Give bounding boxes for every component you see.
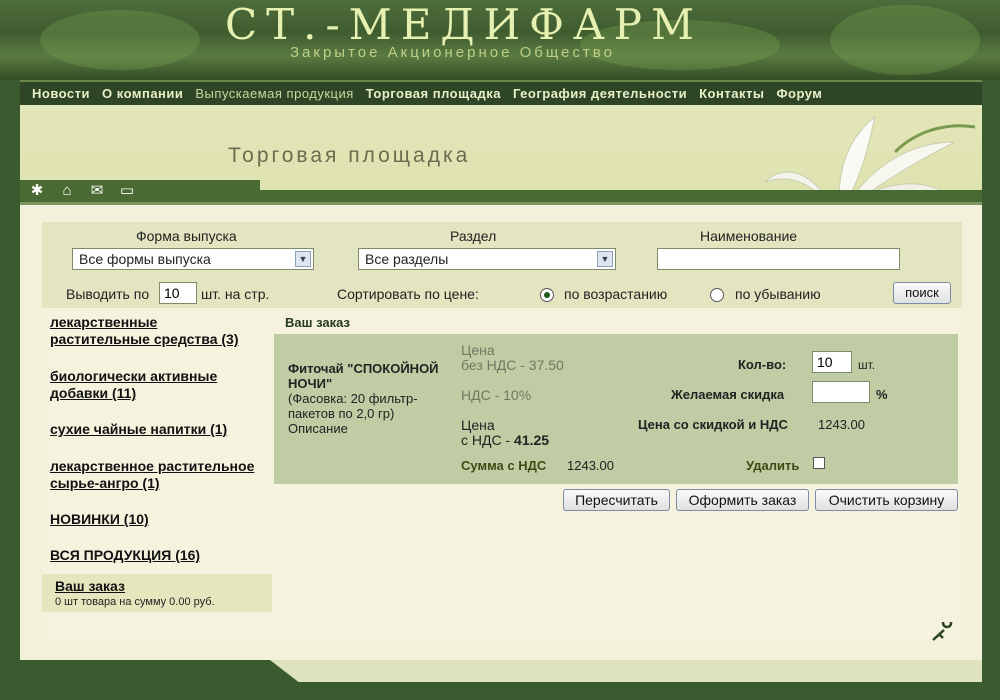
category-line: НОВИНКИ (10): [50, 511, 149, 527]
category-line: ВСЯ ПРОДУКЦИЯ (16): [50, 547, 201, 563]
qty-unit: шт.: [858, 358, 876, 372]
product-name: Фиточай "СПОКОЙНОЙ НОЧИ": [288, 361, 439, 391]
sitemap-icon[interactable]: ▭: [118, 183, 136, 199]
sort-label: Сортировать по цене:: [337, 286, 479, 302]
category-line: добавки (11): [50, 385, 137, 401]
category-new[interactable]: НОВИНКИ (10): [50, 511, 149, 528]
banner-leaf-decoration: [40, 10, 200, 70]
cart-summary-text: 0 шт товара на сумму 0.00 руб.: [55, 596, 215, 608]
sun-icon[interactable]: ✱: [28, 183, 46, 199]
category-line: сырье-ангро (1): [50, 475, 160, 491]
discounted-price-value: 1243.00: [818, 417, 865, 432]
delete-checkbox[interactable]: [813, 457, 825, 469]
chevron-down-icon[interactable]: ▼: [295, 251, 311, 267]
clear-cart-button[interactable]: Очистить корзину: [815, 489, 958, 511]
form-label: Форма выпуска: [136, 228, 237, 244]
name-input[interactable]: [657, 248, 900, 270]
price-vat-prefix: с НДС -: [461, 432, 515, 448]
vat-rate: НДС - 10%: [461, 387, 532, 403]
product-description-link[interactable]: Описание: [288, 421, 348, 436]
form-select[interactable]: Все формы выпуска ▼: [72, 248, 314, 270]
price-no-vat-value: без НДС - 37.50: [461, 357, 564, 373]
per-page-prefix: Выводить по: [66, 286, 150, 302]
key-icon[interactable]: [930, 622, 958, 644]
toolbar: ✱ ⌂ ✉ ▭: [20, 180, 260, 202]
sort-asc-label[interactable]: по возрастанию: [564, 286, 667, 302]
category-line: лекарственные: [50, 314, 158, 330]
per-page-input[interactable]: [159, 282, 197, 304]
menu-item-forum[interactable]: Форум: [776, 86, 822, 101]
price-vat-line: с НДС - 41.25: [461, 432, 549, 448]
category-line: растительные средства (3): [50, 331, 239, 347]
menu-item-about[interactable]: О компании: [102, 86, 183, 101]
search-button[interactable]: поиск: [893, 282, 951, 304]
recalculate-button[interactable]: Пересчитать: [563, 489, 670, 511]
name-label: Наименование: [700, 228, 798, 244]
price-vat-value: 41.25: [514, 432, 550, 448]
qty-label: Кол-во:: [738, 357, 787, 372]
product-pack: (Фасовка: 20 фильтр-пакетов по 2,0 гр): [288, 391, 418, 421]
category-line: сухие чайные напитки (1): [50, 421, 228, 437]
toolbar-strip: [260, 190, 982, 202]
page-title: Торговая площадка: [228, 144, 471, 167]
price-vat-label: Цена: [461, 417, 495, 433]
mail-icon[interactable]: ✉: [88, 183, 106, 199]
checkout-button[interactable]: Оформить заказ: [676, 489, 809, 511]
form-select-value: Все формы выпуска: [79, 251, 211, 267]
category-line: биологически активные: [50, 368, 218, 384]
menu-item-contacts[interactable]: Контакты: [699, 86, 764, 101]
category-tea[interactable]: сухие чайные напитки (1): [50, 421, 227, 438]
price-no-vat-label: Цена: [461, 342, 495, 358]
home-icon[interactable]: ⌂: [58, 183, 76, 199]
sort-desc-radio[interactable]: [710, 288, 724, 302]
order-heading: Ваш заказ: [285, 315, 350, 330]
discounted-price-label: Цена со скидкой и НДС: [638, 417, 788, 432]
menu-item-trading[interactable]: Торговая площадка: [366, 86, 501, 101]
sum-label: Сумма с НДС: [461, 458, 547, 473]
discount-unit: %: [876, 387, 888, 402]
menu-item-news[interactable]: Новости: [32, 86, 90, 101]
section-select-value: Все разделы: [365, 251, 449, 267]
category-herbal[interactable]: лекарственные растительные средства (3): [50, 314, 239, 348]
delete-label: Удалить: [746, 458, 800, 473]
section-select[interactable]: Все разделы ▼: [358, 248, 616, 270]
chevron-down-icon[interactable]: ▼: [597, 251, 613, 267]
menu-item-geography[interactable]: География деятельности: [513, 86, 687, 101]
per-page-suffix: шт. на стр.: [201, 286, 270, 302]
header-banner: СТ.-МЕДИФАРМ Закрытое Акционерное Общест…: [0, 0, 1000, 80]
qty-input[interactable]: [812, 351, 852, 373]
discount-label: Желаемая скидка: [671, 387, 785, 402]
sort-asc-radio[interactable]: [540, 288, 554, 302]
banner-leaf-decoration: [830, 5, 980, 75]
category-line: лекарственное растительное: [50, 458, 255, 474]
discount-input[interactable]: [812, 381, 870, 403]
category-supplements[interactable]: биологически активные добавки (11): [50, 368, 217, 402]
main-menu: Новости О компании Выпускаемая продукция…: [20, 80, 982, 105]
category-raw[interactable]: лекарственное растительное сырье-ангро (…: [50, 458, 254, 492]
cart-summary-link[interactable]: Ваш заказ: [55, 578, 125, 594]
menu-item-products[interactable]: Выпускаемая продукция: [195, 86, 353, 101]
sum-value: 1243.00: [567, 458, 614, 473]
section-label: Раздел: [450, 228, 497, 244]
category-all[interactable]: ВСЯ ПРОДУКЦИЯ (16): [50, 547, 200, 564]
site-logo-subtitle: Закрытое Акционерное Общество: [290, 44, 615, 61]
sort-desc-label[interactable]: по убыванию: [735, 286, 821, 302]
site-logo[interactable]: СТ.-МЕДИФАРМ: [225, 0, 703, 49]
bottom-strip: [270, 660, 982, 682]
